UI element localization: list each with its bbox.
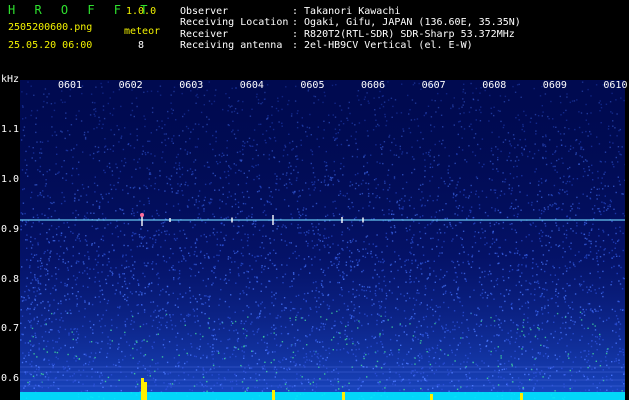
x-tick-label: 0604 — [239, 80, 264, 91]
meteor-count: 8 — [138, 40, 145, 51]
header-panel: H R O F F T 1.0.0 2505200600.png 25.05.2… — [0, 0, 629, 78]
info-label-antenna: Receiving antenna — [180, 40, 283, 51]
meteor-label: meteor — [124, 26, 161, 37]
y-axis-unit: kHz — [1, 74, 20, 85]
bottom-spike — [144, 382, 147, 400]
app-version: 1.0.0 — [126, 6, 157, 17]
info-value-antenna: : 2el-HB9CV Vertical (el. E-W) — [292, 40, 473, 51]
y-tick-label: 0.8 — [1, 274, 20, 285]
info-value-location: : Ogaki, Gifu, JAPAN (136.60E, 35.35N) — [292, 17, 521, 28]
x-tick-label: 0603 — [179, 80, 204, 91]
info-label-location: Receiving Location — [180, 17, 289, 28]
spectrogram — [20, 80, 625, 400]
bottom-spike — [272, 390, 275, 400]
x-tick-label: 0610 — [603, 80, 628, 91]
x-tick-label: 0607 — [421, 80, 446, 91]
spectrogram-canvas — [20, 80, 625, 400]
bottom-spike — [342, 392, 345, 400]
x-tick-label: 0602 — [118, 80, 143, 91]
x-tick-label: 0606 — [361, 80, 386, 91]
y-tick-label: 0.9 — [1, 224, 20, 235]
x-tick-label: 0609 — [542, 80, 567, 91]
meteor-echo-highlight — [140, 213, 144, 217]
file-name: 2505200600.png — [8, 22, 93, 33]
bottom-spike — [520, 393, 523, 400]
file-datetime: 25.05.20 06:00 — [8, 40, 93, 51]
low-frequency-band — [20, 392, 625, 400]
bottom-spike — [430, 394, 433, 400]
x-tick-label: 0608 — [482, 80, 507, 91]
y-tick-label: 0.7 — [1, 323, 20, 334]
y-tick-label: 1.0 — [1, 174, 20, 185]
x-tick-label: 0605 — [300, 80, 325, 91]
bottom-spike — [141, 378, 144, 400]
y-tick-label: 1.1 — [1, 124, 20, 135]
noise-gradient — [20, 80, 625, 400]
y-tick-label: 0.6 — [1, 373, 20, 384]
x-tick-label: 0601 — [58, 80, 83, 91]
